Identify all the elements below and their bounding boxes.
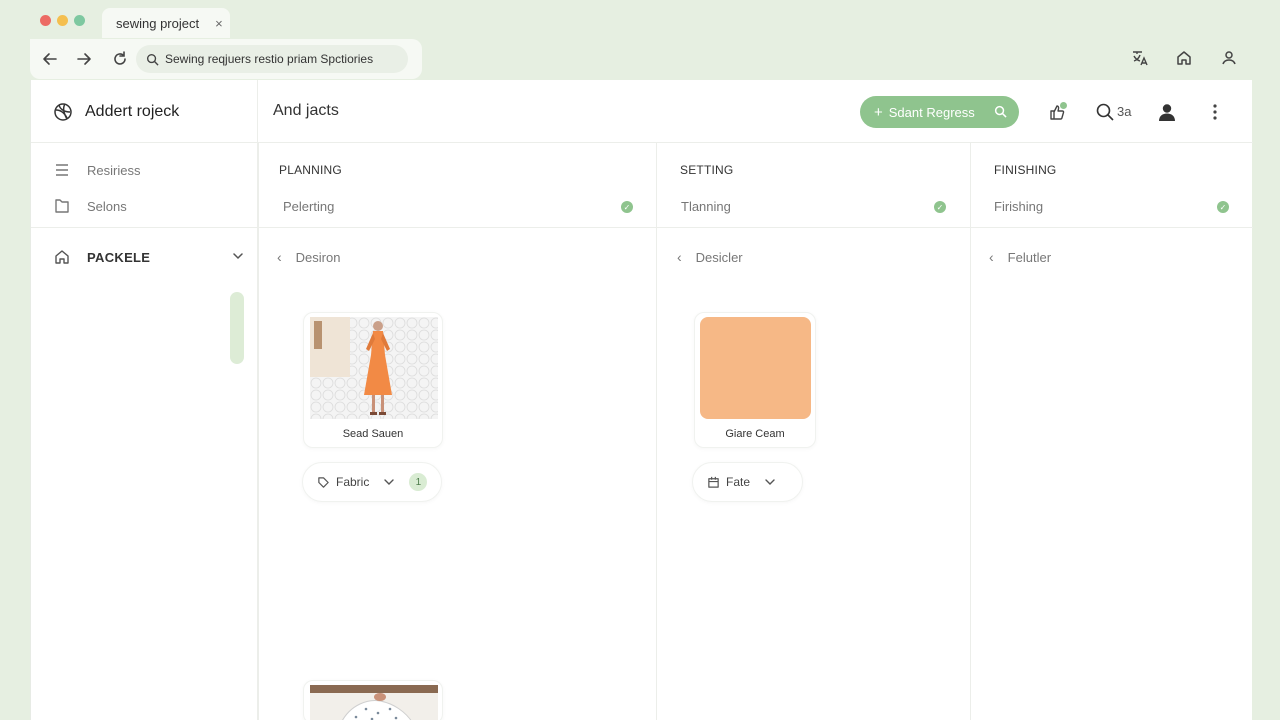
brand-name: Addert rojeck: [85, 103, 180, 120]
back-link-setting[interactable]: ‹ Desicler: [677, 248, 743, 266]
home-icon[interactable]: [1174, 48, 1194, 68]
scrollbar-thumb[interactable]: [230, 292, 244, 364]
header-divider: [31, 142, 1253, 143]
yarn-ball-icon: [54, 103, 72, 121]
back-link-label: Desiron: [295, 249, 341, 265]
tab-title: sewing project: [116, 15, 200, 31]
tag-icon: [318, 476, 329, 488]
address-bar[interactable]: Sewing reqjuers restio priam Spctiories: [136, 45, 408, 73]
column-subtitle: Pelerting: [283, 199, 335, 214]
card-label: Sead Sauen: [342, 428, 404, 440]
filter-label: Fate: [726, 475, 751, 489]
search-count: 3a: [1117, 104, 1132, 119]
pattern-card-2[interactable]: [303, 680, 443, 720]
check-icon: ✓: [621, 201, 633, 213]
check-icon: ✓: [934, 201, 946, 213]
chevron-down-icon: [765, 479, 775, 485]
back-link-planning[interactable]: ‹ Desiron: [277, 248, 340, 266]
tab-close-icon[interactable]: ×: [215, 16, 223, 31]
sidebar: Addert rojeck Resiriess Selons PACKELE: [31, 80, 258, 720]
app-window: Addert rojeck Resiriess Selons PACKELE A…: [30, 80, 1253, 720]
brand[interactable]: Addert rojeck: [53, 100, 179, 124]
search-icon: [994, 105, 1007, 118]
sidebar-item-label: Selons: [87, 198, 127, 214]
column-title-setting: SETTING: [680, 163, 734, 177]
sidebar-item-selons[interactable]: Selons: [53, 195, 127, 217]
divider: [31, 227, 258, 228]
column-title-planning: PLANNING: [279, 163, 342, 177]
pattern-card[interactable]: Sead Sauen: [303, 312, 443, 448]
plus-icon: +: [874, 103, 883, 121]
column-title-finishing: FINISHING: [994, 163, 1057, 177]
fabric-swatch: [700, 317, 811, 419]
fabric-filter[interactable]: Fabric 1: [302, 462, 442, 502]
close-window-button[interactable]: [40, 15, 51, 26]
calendar-icon: [708, 476, 719, 488]
swatch-card[interactable]: Giare Ceam: [694, 312, 816, 448]
filter-label: Fabric: [336, 475, 370, 489]
window-controls: [40, 15, 85, 26]
start-progress-button[interactable]: + Sdant Regress: [860, 96, 1019, 128]
minimize-window-button[interactable]: [57, 15, 68, 26]
sidebar-item-resiriess[interactable]: Resiriess: [53, 159, 140, 181]
back-link-label: Desicler: [695, 249, 743, 265]
column-header-divider: [258, 227, 1253, 228]
sidebar-item-label: Resiriess: [87, 162, 141, 178]
back-link-label: Felutler: [1007, 249, 1052, 265]
check-icon: ✓: [1217, 201, 1229, 213]
user-avatar-icon[interactable]: [1157, 102, 1177, 122]
browser-tab[interactable]: sewing project ×: [102, 8, 230, 38]
chevron-down-icon[interactable]: [231, 249, 245, 263]
browser-toolbar: Sewing reqjuers restio priam Spctiories: [30, 39, 422, 79]
sidebar-group-packele[interactable]: PACKELE: [53, 245, 245, 269]
column-divider: [656, 142, 657, 720]
address-text: Sewing reqjuers restio priam Spctiories: [165, 52, 374, 66]
column-divider: [970, 142, 971, 720]
fabric-photo: [310, 685, 438, 720]
card-label: Giare Ceam: [725, 428, 785, 440]
column-divider: [258, 142, 259, 720]
chevron-left-icon: ‹: [677, 249, 682, 265]
chevron-left-icon: ‹: [277, 249, 282, 265]
page-title: And jacts: [273, 102, 339, 119]
chevron-left-icon: ‹: [989, 249, 994, 265]
cta-label: Sdant Regress: [888, 104, 975, 120]
column-subtitle: Tlanning: [681, 199, 731, 214]
search-icon[interactable]: [1095, 102, 1115, 122]
maximize-window-button[interactable]: [74, 15, 85, 26]
dress-photo: [310, 317, 438, 419]
chevron-down-icon: [384, 479, 395, 485]
back-link-finishing[interactable]: ‹ Felutler: [989, 248, 1051, 266]
notification-badge: [1060, 102, 1067, 109]
search-icon: [146, 53, 159, 66]
reload-icon[interactable]: [110, 49, 130, 69]
folder-icon: [55, 199, 69, 213]
forward-arrow-icon[interactable]: [74, 49, 94, 69]
translate-icon[interactable]: [1130, 48, 1150, 68]
more-options-icon[interactable]: [1205, 102, 1225, 122]
filter-count-badge: 1: [409, 473, 428, 491]
back-arrow-icon[interactable]: [40, 49, 60, 69]
home-icon: [55, 250, 69, 264]
sidebar-group-label: PACKELE: [87, 249, 151, 265]
profile-icon[interactable]: [1219, 48, 1239, 68]
column-subtitle: Firishing: [994, 199, 1044, 214]
fate-filter[interactable]: Fate: [692, 462, 803, 502]
list-icon: [56, 164, 68, 176]
